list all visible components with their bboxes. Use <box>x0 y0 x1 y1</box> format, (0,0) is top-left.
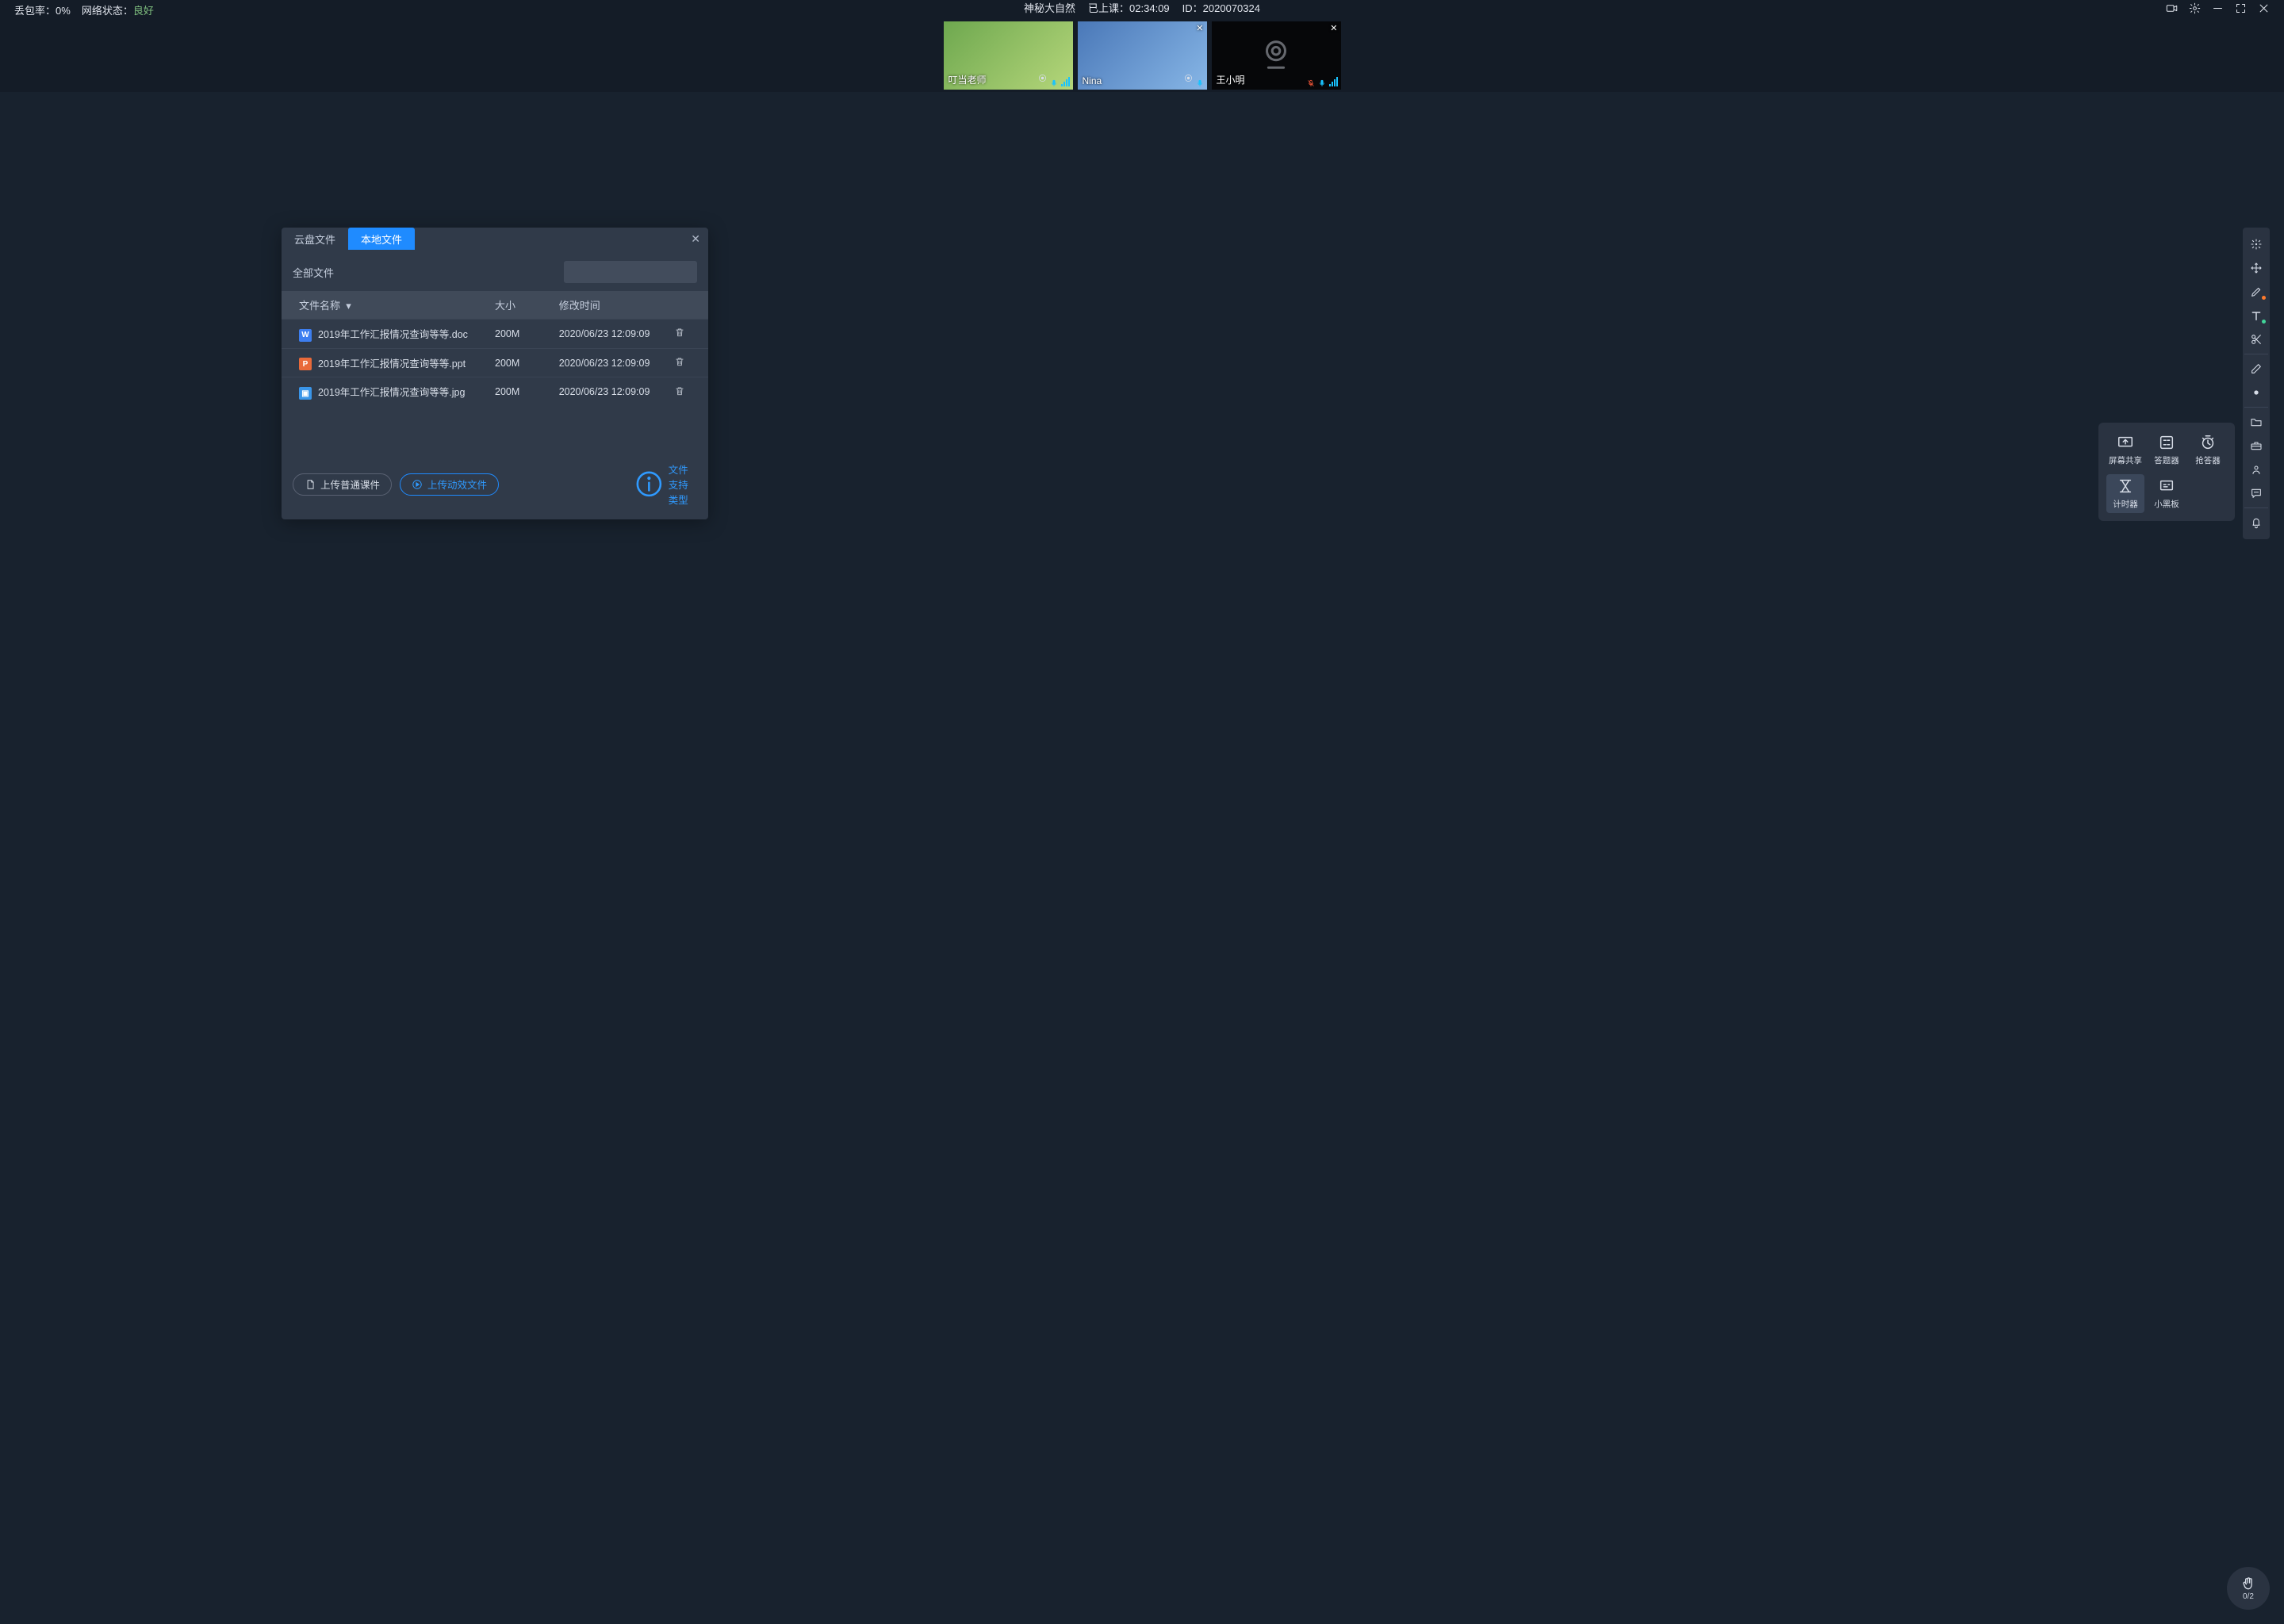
settings-icon[interactable] <box>2189 2 2201 17</box>
participant-indicators <box>1038 72 1070 86</box>
search-box[interactable] <box>564 261 697 283</box>
tab-cloud-files[interactable]: 云盘文件 <box>282 228 348 250</box>
participant-indicators <box>1307 77 1338 86</box>
file-name: 2019年工作汇报情况查询等等.doc <box>318 329 468 340</box>
popover-screen-share[interactable]: 屏幕共享 <box>2106 431 2144 469</box>
file-size: 200M <box>495 348 559 377</box>
tool-toolbox[interactable] <box>2244 434 2268 458</box>
signal-bars-icon <box>1329 77 1338 86</box>
file-table: 文件名称 ▾ 大小 修改时间 W2019年工作汇报情况查询等等.doc200M2… <box>282 291 708 406</box>
tool-text[interactable] <box>2244 304 2268 327</box>
mic-icon <box>1318 77 1326 86</box>
participant-tile[interactable]: ✕ 王小明 <box>1212 21 1341 90</box>
session-id: ID：2020070324 <box>1182 0 1260 15</box>
delete-file-icon[interactable] <box>674 329 685 340</box>
play-icon <box>412 479 423 490</box>
col-size[interactable]: 大小 <box>495 291 559 320</box>
camera-off-icon <box>1258 36 1294 76</box>
packet-loss: 丢包率：0% <box>14 2 71 17</box>
participant-close-icon[interactable]: ✕ <box>1330 23 1337 33</box>
file-mtime: 2020/06/23 12:09:09 <box>559 320 674 349</box>
tool-pen[interactable] <box>2244 280 2268 304</box>
breadcrumb: 全部文件 <box>293 265 334 280</box>
dialog-close-icon[interactable]: ✕ <box>691 232 700 246</box>
color-indicator-icon <box>2262 320 2266 324</box>
file-type-icon: ▣ <box>299 387 312 400</box>
file-type-icon: P <box>299 358 312 370</box>
elapsed-time: 已上课：02:34:09 <box>1088 0 1170 15</box>
top-status-bar: 丢包率：0% 网络状态：良好 神秘大自然 已上课：02:34:09 ID：202… <box>0 0 2284 19</box>
participant-name: Nina <box>1083 75 1102 86</box>
file-mtime: 2020/06/23 12:09:09 <box>559 348 674 377</box>
file-size: 200M <box>495 320 559 349</box>
file-size: 200M <box>495 377 559 406</box>
tool-color[interactable] <box>2244 381 2268 404</box>
file-type-icon: W <box>299 329 312 342</box>
participant-close-icon[interactable]: ✕ <box>1196 23 1203 33</box>
signal-bars-icon <box>1061 77 1070 86</box>
network-status: 网络状态：良好 <box>82 2 154 17</box>
participant-name: 王小明 <box>1217 73 1245 86</box>
popover-whiteboard[interactable]: 小黑板 <box>2148 474 2186 513</box>
file-row[interactable]: ▣ 2019年工作汇报情况查询等等.jpg 200M2020/06/23 12:09… <box>282 377 708 406</box>
file-name: 2019年工作汇报情况查询等等.jpg <box>318 387 465 398</box>
popover-timer[interactable]: 计时器 <box>2106 474 2144 513</box>
color-indicator-icon <box>2262 296 2266 300</box>
mic-muted-icon <box>1307 77 1315 86</box>
file-mtime: 2020/06/23 12:09:09 <box>559 377 674 406</box>
participant-tile[interactable]: ✕ Nina <box>1078 21 1207 90</box>
mic-icon <box>1196 77 1204 86</box>
col-mtime[interactable]: 修改时间 <box>559 291 674 320</box>
file-row[interactable]: P 2019年工作汇报情况查询等等.ppt 200M2020/06/23 12:09… <box>282 348 708 377</box>
popover-buzzer[interactable]: 抢答器 <box>2189 431 2227 469</box>
toolbox-popover: 屏幕共享 答题器 抢答器 计时器 小黑板 <box>2098 423 2235 521</box>
raise-hand-button[interactable]: 0/2 <box>2227 1567 2270 1610</box>
close-icon[interactable] <box>2258 2 2270 17</box>
delete-file-icon[interactable] <box>674 358 685 370</box>
tab-local-files[interactable]: 本地文件 <box>348 228 415 250</box>
tool-chat[interactable] <box>2244 481 2268 505</box>
tool-scissors[interactable] <box>2244 327 2268 351</box>
tool-eraser[interactable] <box>2244 357 2268 381</box>
col-name[interactable]: 文件名称 ▾ <box>282 291 495 320</box>
info-icon <box>634 469 665 500</box>
upload-normal-button[interactable]: 上传普通课件 <box>293 473 392 496</box>
tool-user[interactable] <box>2244 458 2268 481</box>
mic-icon <box>1050 77 1058 86</box>
upload-animated-button[interactable]: 上传动效文件 <box>400 473 499 496</box>
hand-icon <box>2240 1576 2256 1591</box>
fullscreen-icon[interactable] <box>2235 2 2247 17</box>
search-input[interactable] <box>575 266 698 278</box>
tool-laser-pointer[interactable] <box>2244 232 2268 256</box>
tool-move[interactable] <box>2244 256 2268 280</box>
file-dialog: 云盘文件 本地文件 ✕ 全部文件 文件名称 ▾ 大小 修改时间 W 2019年工作… <box>282 228 708 519</box>
participant-tile[interactable]: 叮当老师 <box>944 21 1073 90</box>
record-icon <box>1038 72 1047 86</box>
tool-bell[interactable] <box>2244 511 2268 534</box>
minimize-icon[interactable] <box>2212 2 2224 17</box>
right-toolbar <box>2243 228 2270 539</box>
file-row[interactable]: W 2019年工作汇报情况查询等等.doc 200M2020/06/23 12:09… <box>282 320 708 349</box>
file-name: 2019年工作汇报情况查询等等.ppt <box>318 358 466 370</box>
popover-answer[interactable]: 答题器 <box>2148 431 2186 469</box>
delete-file-icon[interactable] <box>674 388 685 399</box>
toolbar-divider <box>2244 407 2268 408</box>
tool-folder[interactable] <box>2244 410 2268 434</box>
participant-video-strip: 叮当老师 ✕ Nina ✕ 王小明 <box>0 19 2284 92</box>
supported-types-link[interactable]: 文件支持类型 <box>634 462 697 507</box>
class-title: 神秘大自然 <box>1024 0 1075 15</box>
sort-icon: ▾ <box>346 300 351 312</box>
document-icon <box>305 479 316 490</box>
raise-hand-count: 0/2 <box>2243 1592 2254 1601</box>
participant-name: 叮当老师 <box>948 73 987 86</box>
camera-toggle-icon[interactable] <box>2166 2 2178 17</box>
record-icon <box>1184 72 1193 86</box>
participant-indicators <box>1184 72 1204 86</box>
